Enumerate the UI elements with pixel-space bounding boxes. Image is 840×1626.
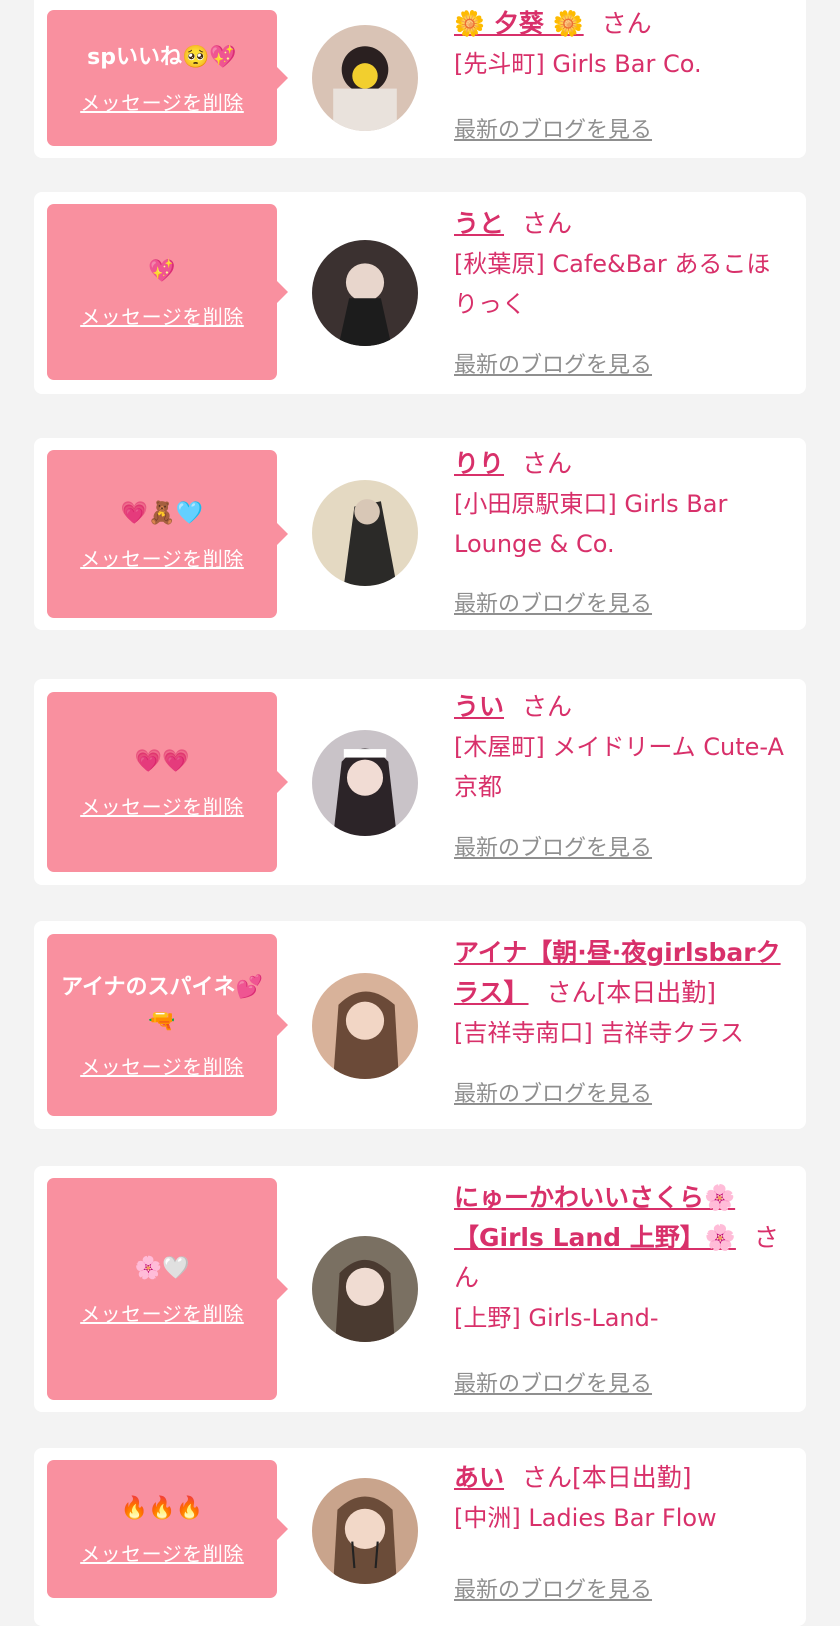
message-card: spいいね🥺💖 メッセージを削除 🌼 夕葵 🌼 さん [先斗町] Girls Ba… — [34, 0, 806, 158]
latest-blog-link[interactable]: 最新のブログを見る — [454, 830, 652, 862]
profile-photo-icon — [312, 1236, 418, 1342]
latest-blog-link[interactable]: 最新のブログを見る — [454, 586, 652, 618]
user-name-link[interactable]: 🌼 夕葵 🌼 — [454, 9, 584, 38]
user-info: アイナ【朝·昼·夜girlsbarクラス】 さん[本日出勤] [吉祥寺南口] 吉祥… — [454, 933, 794, 1053]
profile-photo-icon — [312, 973, 418, 1079]
delete-message-link[interactable]: メッセージを削除 — [80, 791, 244, 820]
user-name-link[interactable]: うと — [454, 209, 504, 238]
delete-message-link[interactable]: メッセージを削除 — [80, 1298, 244, 1327]
message-bubble: アイナのスパイネ💕🔫 メッセージを削除 — [47, 934, 288, 1116]
message-bubble: 🌸🤍 メッセージを削除 — [47, 1178, 288, 1400]
message-bubble: 💖 メッセージを削除 — [47, 204, 288, 380]
user-info: 🌼 夕葵 🌼 さん [先斗町] Girls Bar Co. — [454, 4, 794, 84]
user-name-link[interactable]: あい — [454, 1463, 504, 1492]
status-badge: [本日出勤] — [596, 978, 717, 1007]
message-card: 🌸🤍 メッセージを削除 にゅーかわいいさくら🌸【Girls Land 上野】🌸 さ… — [34, 1166, 806, 1412]
profile-photo-icon — [312, 480, 418, 586]
avatar[interactable] — [312, 1478, 418, 1584]
delete-message-link[interactable]: メッセージを削除 — [80, 1538, 244, 1567]
message-bubble: spいいね🥺💖 メッセージを削除 — [47, 10, 288, 146]
avatar[interactable] — [312, 480, 418, 586]
shop-name: [吉祥寺南口] 吉祥寺クラス — [454, 1019, 744, 1047]
profile-photo-icon — [312, 25, 418, 131]
user-info: うい さん [木屋町] メイドリーム Cute-A 京都 — [454, 687, 794, 807]
latest-blog-link[interactable]: 最新のブログを見る — [454, 347, 652, 379]
delete-message-link[interactable]: メッセージを削除 — [80, 1051, 244, 1080]
profile-photo-icon — [312, 240, 418, 346]
latest-blog-link[interactable]: 最新のブログを見る — [454, 112, 652, 144]
message-bubble: 🔥🔥🔥 メッセージを削除 — [47, 1460, 288, 1598]
message-card: 💗💗 メッセージを削除 うい さん [木屋町] メイドリーム Cute-A 京都 … — [34, 679, 806, 885]
shop-name: [上野] Girls-Land- — [454, 1304, 659, 1332]
avatar[interactable] — [312, 240, 418, 346]
user-info: うと さん [秋葉原] Cafe&Bar あるこほりっく — [454, 204, 794, 324]
user-name-link[interactable]: りり — [454, 449, 504, 478]
latest-blog-link[interactable]: 最新のブログを見る — [454, 1572, 652, 1604]
user-info: にゅーかわいいさくら🌸【Girls Land 上野】🌸 さん [上野] Girls… — [454, 1178, 794, 1338]
message-text: 🔥🔥🔥 — [120, 1495, 204, 1521]
avatar[interactable] — [312, 25, 418, 131]
user-info: りり さん [小田原駅東口] Girls Bar Lounge & Co. — [454, 444, 794, 564]
message-card: アイナのスパイネ💕🔫 メッセージを削除 アイナ【朝·昼·夜girlsbarクラス… — [34, 921, 806, 1129]
shop-name: [木屋町] メイドリーム Cute-A 京都 — [454, 733, 784, 801]
message-text: 💖 — [148, 258, 176, 284]
latest-blog-link[interactable]: 最新のブログを見る — [454, 1076, 652, 1108]
status-badge: [本日出勤] — [572, 1463, 692, 1492]
message-card: 💗🧸🩵 メッセージを削除 りり さん [小田原駅東口] Girls Bar Lou… — [34, 438, 806, 630]
avatar[interactable] — [312, 1236, 418, 1342]
message-text: 🌸🤍 — [134, 1255, 190, 1281]
shop-name: [秋葉原] Cafe&Bar あるこほりっく — [454, 250, 771, 318]
profile-photo-icon — [312, 1478, 418, 1584]
shop-name: [小田原駅東口] Girls Bar Lounge & Co. — [454, 490, 728, 558]
delete-message-link[interactable]: メッセージを削除 — [80, 301, 244, 330]
delete-message-link[interactable]: メッセージを削除 — [80, 87, 244, 116]
message-card: 💖 メッセージを削除 うと さん [秋葉原] Cafe&Bar あるこほりっく 最… — [34, 192, 806, 394]
message-bubble: 💗💗 メッセージを削除 — [47, 692, 288, 872]
message-card: 🔥🔥🔥 メッセージを削除 あい さん[本日出勤] [中洲] Ladies Bar … — [34, 1448, 806, 1626]
profile-photo-icon — [312, 730, 418, 836]
delete-message-link[interactable]: メッセージを削除 — [80, 543, 244, 572]
user-name-link[interactable]: うい — [454, 692, 504, 721]
message-text: アイナのスパイネ💕🔫 — [61, 974, 263, 1034]
avatar[interactable] — [312, 730, 418, 836]
message-text: spいいね🥺💖 — [87, 44, 237, 70]
shop-name: [先斗町] Girls Bar Co. — [454, 50, 702, 78]
avatar[interactable] — [312, 973, 418, 1079]
message-bubble: 💗🧸🩵 メッセージを削除 — [47, 450, 288, 618]
shop-name: [中洲] Ladies Bar Flow — [454, 1504, 717, 1532]
user-name-link[interactable]: にゅーかわいいさくら🌸【Girls Land 上野】🌸 — [454, 1183, 736, 1252]
message-text: 💗🧸🩵 — [120, 500, 204, 526]
user-info: あい さん[本日出勤] [中洲] Ladies Bar Flow — [454, 1458, 794, 1538]
latest-blog-link[interactable]: 最新のブログを見る — [454, 1366, 652, 1398]
message-text: 💗💗 — [134, 748, 190, 774]
